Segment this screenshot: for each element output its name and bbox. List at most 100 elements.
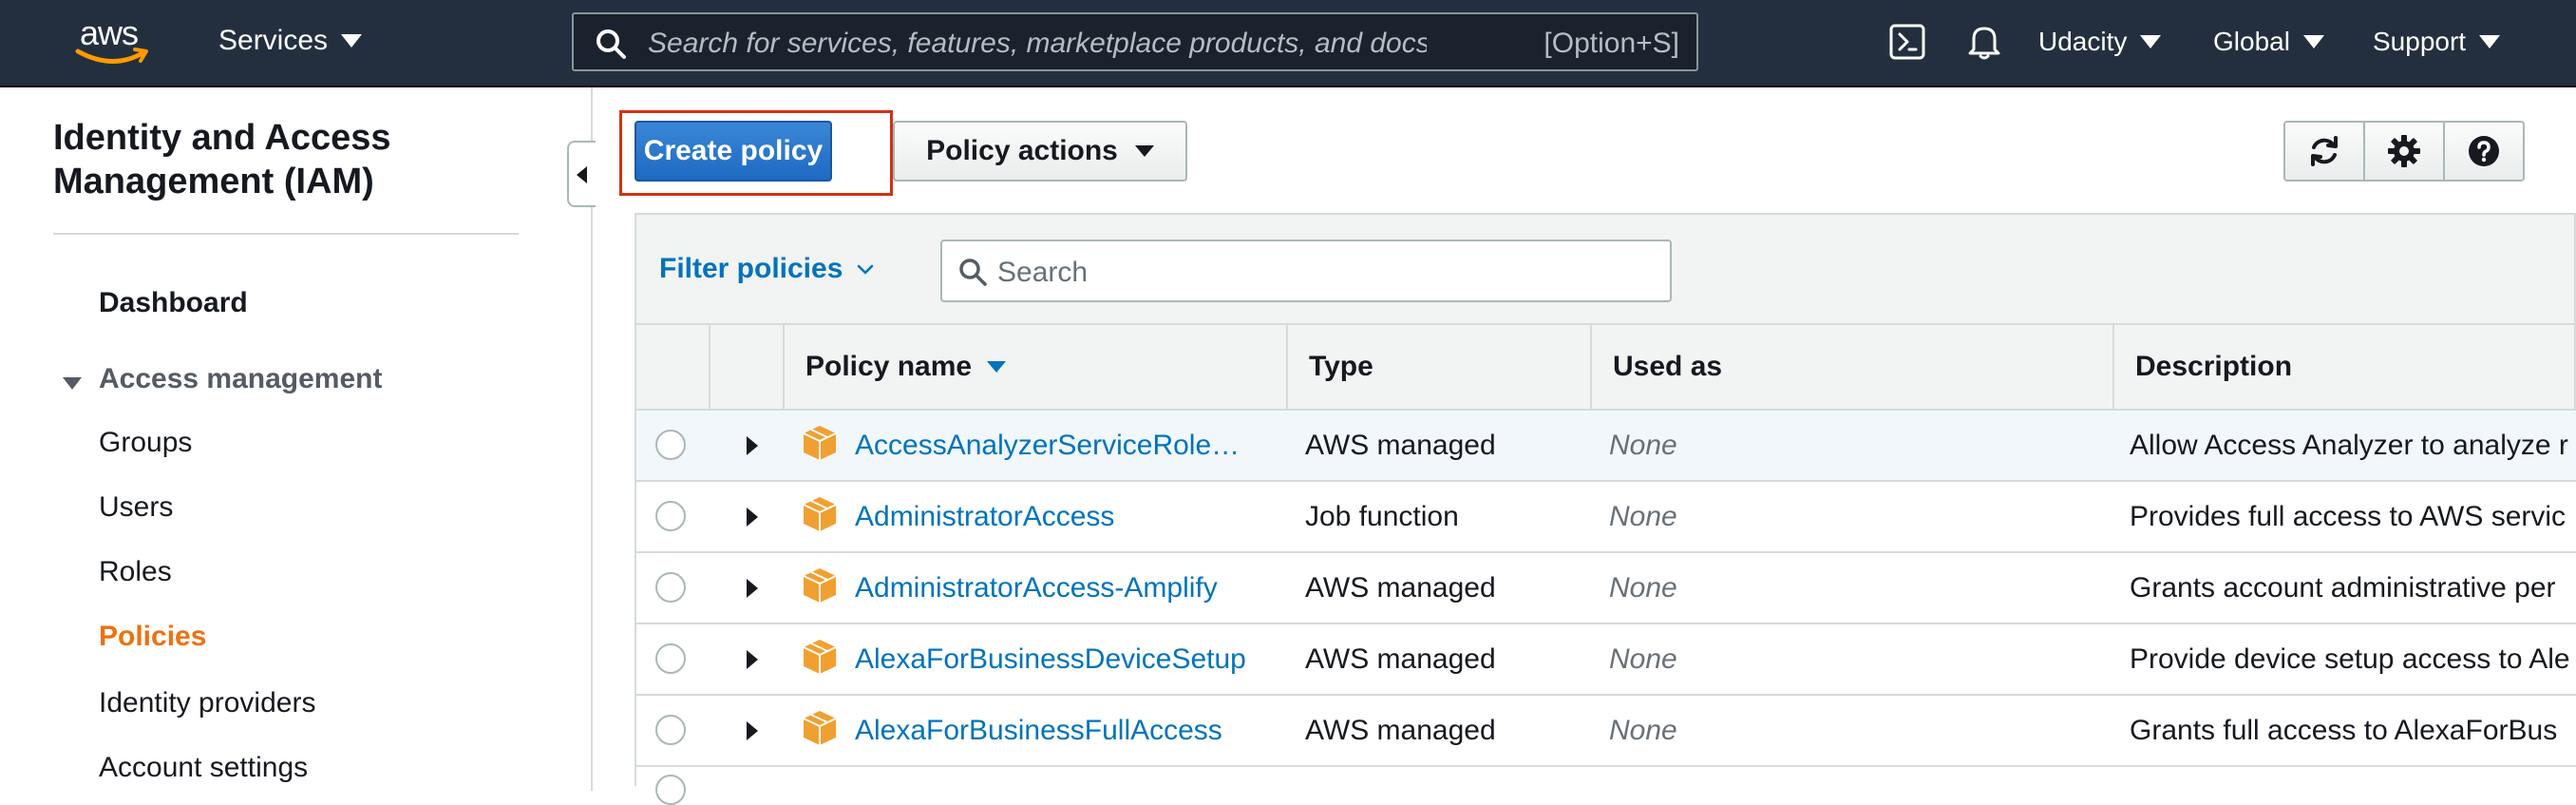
column-header-label: Policy name — [805, 351, 973, 382]
settings-button[interactable] — [2363, 121, 2445, 182]
policy-type: AWS managed — [1305, 642, 1496, 675]
policy-type: Job function — [1305, 500, 1459, 532]
policy-description: Grants full access to AlexaForBus — [2130, 714, 2558, 746]
caret-down-icon — [1134, 145, 1154, 157]
column-header-label: Used as — [1613, 351, 1723, 382]
support-label: Support — [2373, 27, 2467, 56]
policy-description: Provide device setup access to Ale — [2130, 642, 2570, 675]
region-menu[interactable]: Global — [2213, 27, 2324, 57]
account-label: Udacity — [2038, 27, 2128, 56]
caret-right-icon[interactable] — [747, 579, 758, 598]
policy-search-box[interactable] — [940, 240, 1672, 302]
managed-policy-icon — [803, 497, 837, 531]
policy-description: Grants account administrative per — [2130, 571, 2556, 604]
column-header-used-as[interactable]: Used as — [1590, 325, 2112, 409]
select-column-header — [635, 325, 709, 409]
managed-policy-icon — [803, 711, 837, 745]
search-icon — [959, 259, 987, 286]
region-label: Global — [2213, 27, 2290, 56]
policy-used-as: None — [1609, 714, 1677, 746]
chevron-down-icon — [858, 264, 874, 275]
column-header-description[interactable]: Description — [2112, 325, 2576, 409]
policy-name-link[interactable]: AlexaForBusinessDeviceSetup — [855, 624, 1261, 694]
table-row[interactable]: AccessAnalyzerServiceRole… AWS managed N… — [635, 411, 2576, 482]
row-select-radio[interactable] — [655, 501, 686, 531]
help-icon — [2469, 136, 2499, 166]
policy-search-input[interactable] — [995, 251, 1655, 295]
column-header-label: Description — [2135, 351, 2293, 382]
global-search-input[interactable] — [646, 22, 1429, 66]
caret-right-icon[interactable] — [747, 721, 758, 740]
caret-down-icon — [2302, 35, 2324, 48]
table-row[interactable]: AlexaForBusinessDeviceSetup AWS managed … — [635, 624, 2576, 696]
top-navigation-bar: aws Services [Option+S] Udacity Global S… — [0, 0, 2576, 87]
refresh-icon — [2311, 136, 2338, 166]
filter-policies-dropdown[interactable]: Filter policies — [659, 253, 875, 285]
policy-actions-label: Policy actions — [926, 135, 1118, 166]
row-select-radio[interactable] — [655, 643, 686, 674]
row-select-radio[interactable] — [655, 572, 686, 603]
sidebar-item-users[interactable]: Users — [99, 491, 173, 524]
policy-name-link[interactable]: AlexaForBusinessFullAccess — [855, 696, 1261, 765]
cloudshell-icon[interactable] — [1888, 23, 1926, 61]
caret-down-icon[interactable] — [63, 377, 82, 390]
managed-policy-icon — [803, 426, 837, 460]
caret-right-icon[interactable] — [747, 508, 758, 527]
policy-name-link[interactable]: AdministratorAccess-Amplify — [855, 553, 1261, 623]
policy-name-link[interactable]: AccessAnalyzerServiceRole… — [855, 411, 1261, 480]
policy-description: Allow Access Analyzer to analyze r — [2130, 429, 2568, 461]
caret-right-icon[interactable] — [747, 650, 758, 669]
bell-icon[interactable] — [1966, 23, 2002, 61]
filter-bar: Filter policies — [635, 213, 2576, 323]
account-menu[interactable]: Udacity — [2038, 27, 2162, 57]
sidebar-item-roles[interactable]: Roles — [99, 556, 172, 588]
caret-down-icon — [341, 34, 363, 48]
sort-descending-icon — [987, 361, 1007, 373]
row-select-radio[interactable] — [655, 430, 686, 460]
policy-name-link[interactable]: AdministratorAccess — [855, 482, 1261, 551]
sidebar-item-policies[interactable]: Policies — [99, 621, 206, 653]
search-icon — [597, 29, 626, 59]
aws-logo[interactable]: aws — [74, 13, 169, 72]
sidebar-item-dashboard[interactable]: Dashboard — [99, 287, 248, 319]
caret-down-icon — [2479, 35, 2501, 48]
sidebar-collapse-toggle[interactable] — [567, 141, 596, 207]
column-header-policy-name[interactable]: Policy name — [783, 325, 1286, 409]
support-menu[interactable]: Support — [2373, 27, 2501, 57]
refresh-button[interactable] — [2283, 121, 2365, 182]
policy-type: AWS managed — [1305, 571, 1496, 604]
policy-used-as: None — [1609, 642, 1677, 675]
create-policy-button[interactable]: Create policy — [635, 121, 832, 182]
services-menu[interactable]: Services — [218, 25, 363, 57]
column-header-label: Type — [1309, 351, 1373, 382]
table-tools-button-group — [2283, 121, 2525, 182]
sidebar-item-groups[interactable]: Groups — [99, 427, 192, 459]
table-row[interactable]: AlexaForBusinessFullAccess AWS managed N… — [635, 696, 2576, 767]
table-row[interactable]: AdministratorAccess Job function None Pr… — [635, 482, 2576, 553]
caret-down-icon — [2140, 35, 2162, 48]
row-select-radio[interactable] — [655, 715, 686, 745]
sidebar-divider — [53, 233, 519, 235]
caret-right-icon[interactable] — [747, 436, 758, 455]
managed-policy-icon — [803, 568, 837, 603]
gear-icon — [2388, 135, 2420, 167]
row-select-radio[interactable] — [655, 775, 686, 805]
sidebar: Identity and Access Management (IAM) Das… — [0, 87, 593, 791]
chevron-left-icon — [577, 166, 587, 183]
sidebar-section-access-management[interactable]: Access management — [99, 363, 382, 395]
sidebar-item-identity-providers[interactable]: Identity providers — [99, 687, 315, 719]
policy-used-as: None — [1609, 429, 1677, 461]
global-search[interactable]: [Option+S] — [572, 12, 1698, 71]
table-header: Policy name Type Used as Description — [635, 323, 2576, 411]
table-row-partial — [635, 767, 2576, 805]
sidebar-item-account-settings[interactable]: Account settings — [99, 752, 308, 784]
table-row[interactable]: AdministratorAccess-Amplify AWS managed … — [635, 553, 2576, 624]
policy-type: AWS managed — [1305, 714, 1496, 746]
policies-table: Policy name Type Used as Description Acc… — [635, 323, 2576, 805]
policy-used-as: None — [1609, 500, 1677, 532]
column-header-type[interactable]: Type — [1286, 325, 1590, 409]
help-button[interactable] — [2443, 121, 2525, 182]
sidebar-title[interactable]: Identity and Access Management (IAM) — [53, 116, 509, 203]
filter-policies-label: Filter policies — [659, 253, 843, 284]
policy-actions-button[interactable]: Policy actions — [893, 121, 1187, 182]
